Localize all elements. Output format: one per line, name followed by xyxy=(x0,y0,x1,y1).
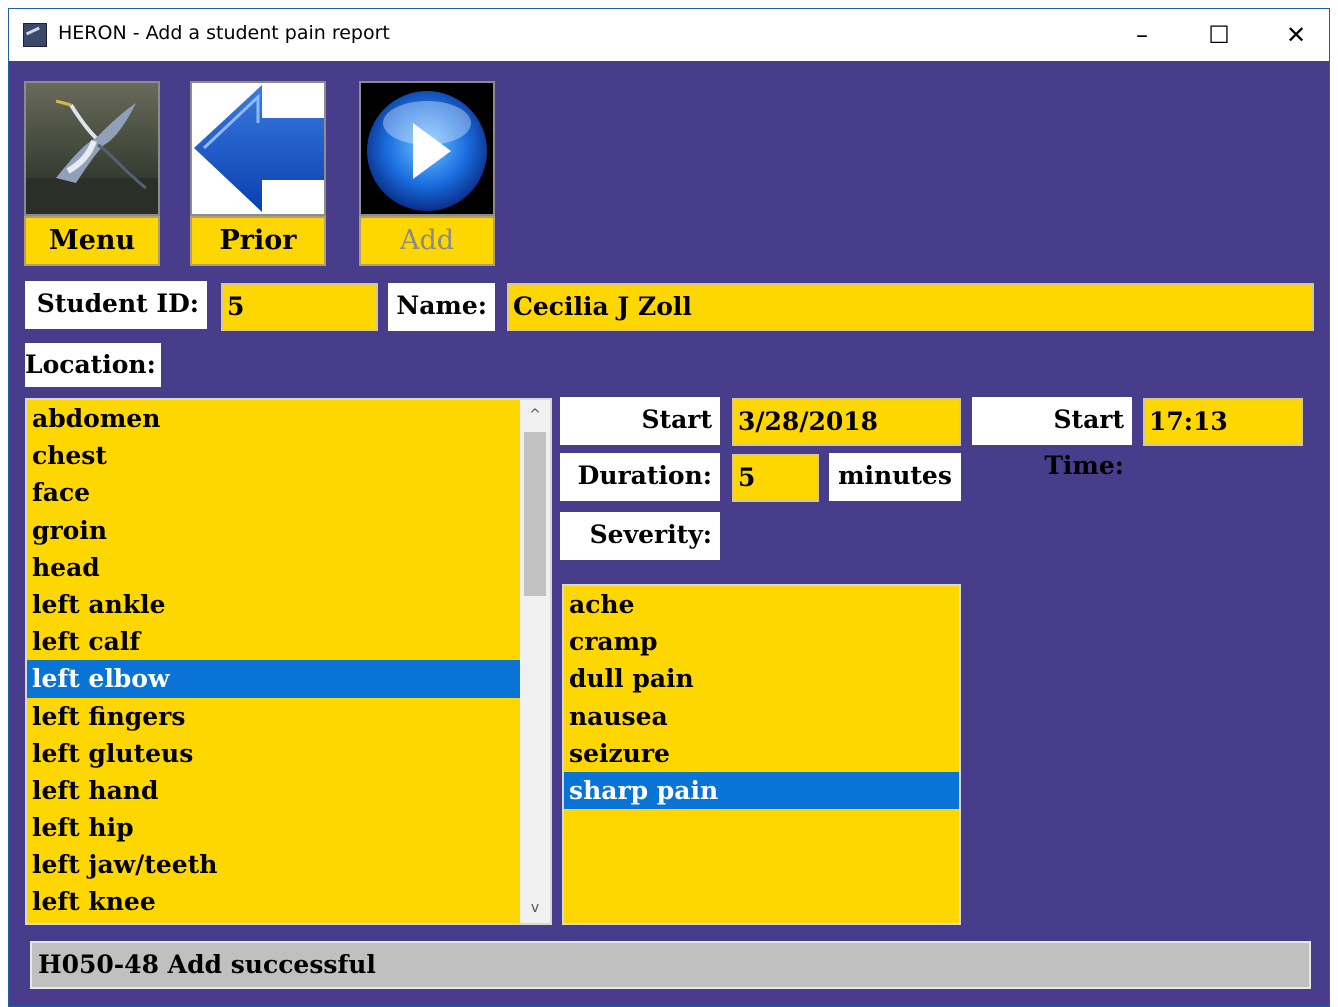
severity-item[interactable]: nausea xyxy=(564,698,959,735)
play-icon[interactable] xyxy=(359,81,495,216)
severity-items: ache cramp dull pain nausea seizure sharp pai… xyxy=(564,586,959,810)
location-item[interactable]: left gluteus xyxy=(27,735,550,772)
severity-list[interactable]: ache cramp dull pain nausea seizure sharp pai… xyxy=(562,584,961,925)
title-bar: HERON - Add a student pain report – ☐ ✕ xyxy=(9,9,1329,61)
location-item[interactable]: left fingers xyxy=(27,698,550,735)
duration-label: Duration: xyxy=(560,453,720,501)
location-item[interactable]: left elbow xyxy=(27,660,550,698)
severity-item[interactable]: seizure xyxy=(564,735,959,772)
severity-item[interactable]: cramp xyxy=(564,623,959,660)
start-date-field[interactable]: 3/28/2018 xyxy=(732,398,961,446)
app-icon xyxy=(23,23,47,47)
location-item[interactable]: chest xyxy=(27,437,550,474)
location-list[interactable]: abdomen chest face groin head left ankle left … xyxy=(25,398,552,925)
location-item[interactable]: groin xyxy=(27,512,550,549)
location-item[interactable]: abdomen xyxy=(27,400,550,437)
scroll-down-icon[interactable]: v xyxy=(520,893,550,923)
status-bar: H050-48 Add successful xyxy=(30,941,1311,989)
duration-field[interactable]: 5 xyxy=(732,454,819,502)
location-item[interactable]: left knee xyxy=(27,883,550,920)
duration-unit-label: minutes xyxy=(829,453,961,501)
start-time-field[interactable]: 17:13 xyxy=(1143,398,1303,446)
add-button[interactable]: Add xyxy=(359,81,495,266)
severity-item[interactable]: sharp pain xyxy=(564,771,959,810)
student-id-field[interactable]: 5 xyxy=(221,283,378,331)
menu-label[interactable]: Menu xyxy=(24,216,160,266)
location-item[interactable]: left hip xyxy=(27,809,550,846)
student-id-label: Student ID: xyxy=(25,281,207,329)
start-time-label: Start Time: xyxy=(972,397,1132,480)
location-items: abdomen chest face groin head left ankle left … xyxy=(27,400,550,921)
severity-item[interactable]: dull pain xyxy=(564,660,959,697)
scroll-up-icon[interactable]: ^ xyxy=(520,400,550,430)
add-label[interactable]: Add xyxy=(359,216,495,266)
left-arrow-icon[interactable] xyxy=(190,81,326,216)
location-label: Location: xyxy=(25,343,161,387)
heron-icon[interactable] xyxy=(24,81,160,216)
prior-label[interactable]: Prior xyxy=(190,216,326,266)
app-window: HERON - Add a student pain report – ☐ ✕ … xyxy=(8,8,1330,1007)
location-item[interactable]: face xyxy=(27,474,550,511)
severity-item[interactable]: ache xyxy=(564,586,959,623)
location-item[interactable]: left ankle xyxy=(27,586,550,623)
location-item[interactable]: head xyxy=(27,549,550,586)
severity-label: Severity: xyxy=(560,512,720,560)
start-date-label: Start Date: xyxy=(560,397,720,480)
prior-button[interactable]: Prior xyxy=(190,81,326,266)
scroll-thumb[interactable] xyxy=(524,432,546,596)
location-item[interactable]: left calf xyxy=(27,623,550,660)
minimize-button[interactable]: – xyxy=(1113,15,1171,55)
name-label: Name: xyxy=(388,283,495,331)
window-title: HERON - Add a student pain report xyxy=(58,22,390,44)
name-field[interactable]: Cecilia J Zoll xyxy=(507,283,1314,331)
location-scrollbar[interactable]: ^ v xyxy=(520,400,550,923)
main-content: Menu Prior Add Student ID: 5 Name: Cecil… xyxy=(9,61,1329,1006)
location-item[interactable]: left jaw/teeth xyxy=(27,846,550,883)
menu-button[interactable]: Menu xyxy=(24,81,160,266)
close-button[interactable]: ✕ xyxy=(1267,15,1325,55)
location-item[interactable]: left hand xyxy=(27,772,550,809)
maximize-button[interactable]: ☐ xyxy=(1190,15,1248,55)
